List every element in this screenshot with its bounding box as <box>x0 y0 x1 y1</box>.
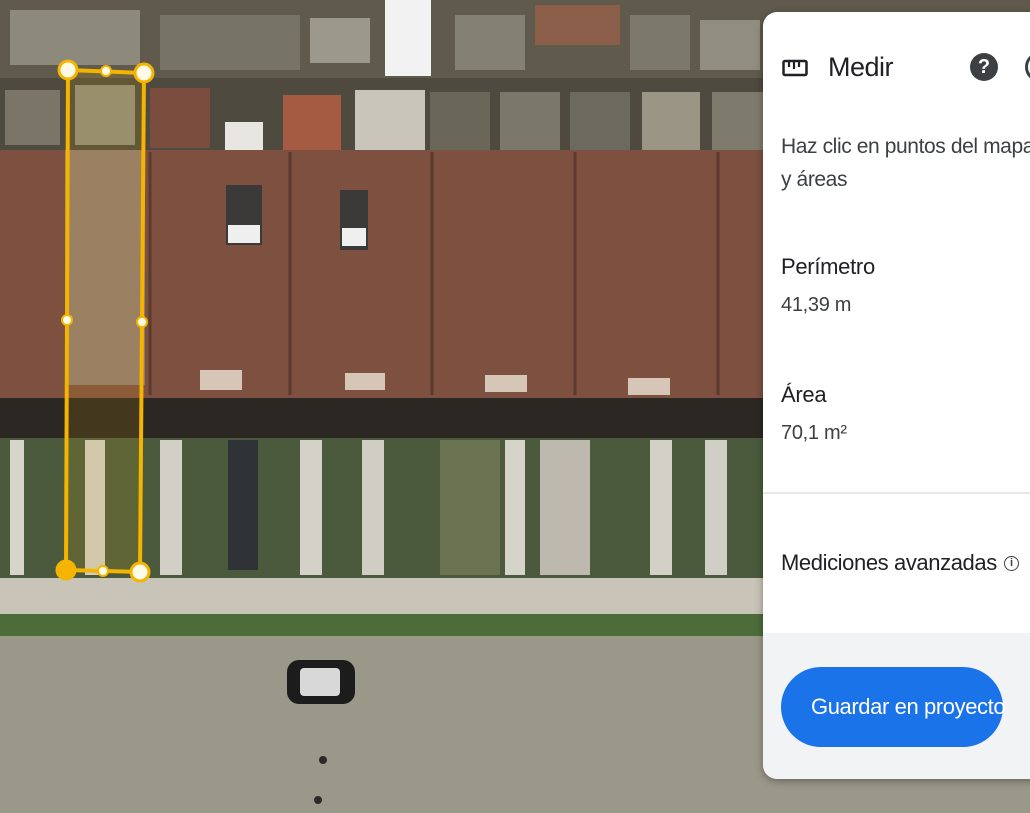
close-icon[interactable] <box>1025 52 1030 82</box>
help-icon[interactable]: ? <box>970 53 998 81</box>
measurement-vertex[interactable] <box>133 62 155 84</box>
panel-header: Medir ? <box>763 12 1030 124</box>
measurement-midpoint[interactable] <box>136 316 148 328</box>
measurement-vertex[interactable] <box>57 59 79 81</box>
measurement-vertex[interactable] <box>55 559 77 581</box>
measurement-midpoint[interactable] <box>97 565 109 577</box>
instructions-text: Haz clic en puntos del mapa para y áreas <box>781 135 1030 191</box>
advanced-measurements-link[interactable]: Mediciones avanzadas i <box>781 550 1019 576</box>
area-label: Área <box>781 382 827 407</box>
info-icon[interactable]: i <box>1003 555 1019 571</box>
perimeter-label: Perímetro <box>781 254 875 279</box>
save-to-project-button[interactable]: Guardar en proyecto <box>781 667 1006 747</box>
measurement-vertex[interactable] <box>129 561 151 583</box>
measurement-midpoint[interactable] <box>61 314 73 326</box>
measure-panel: Medir ? Haz clic en puntos del mapa para… <box>763 12 1030 779</box>
save-button-label: Guardar en proyecto <box>811 694 1006 719</box>
measurement-midpoint[interactable] <box>100 65 112 77</box>
ruler-icon <box>782 59 808 77</box>
area-value: 70,1 m² <box>781 422 847 444</box>
divider <box>763 492 1030 494</box>
perimeter-value: 41,39 m <box>781 294 852 316</box>
panel-footer: Guardar en proyecto <box>763 633 1030 779</box>
panel-title: Medir <box>828 52 894 82</box>
advanced-measurements-label: Mediciones avanzadas <box>781 550 997 575</box>
